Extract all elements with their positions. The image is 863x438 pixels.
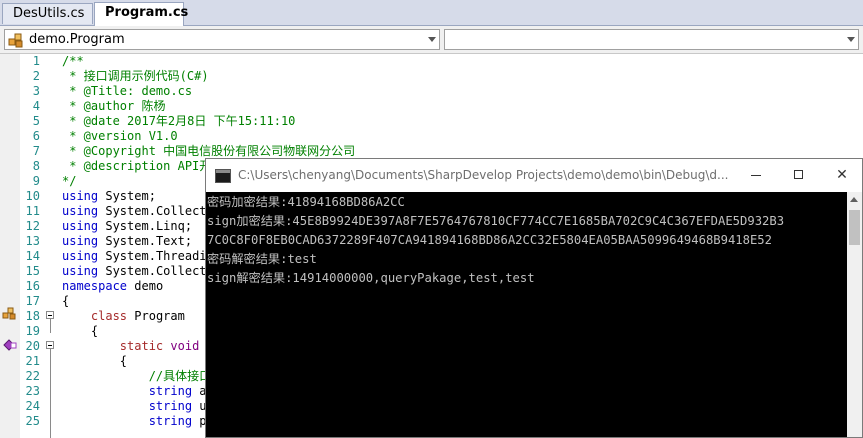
maximize-icon [794, 170, 803, 179]
fold-toggle-method[interactable] [46, 341, 54, 349]
line-number: 22 [25, 369, 40, 383]
console-line: 密码加密结果:41894168BD86A2CC [207, 195, 405, 209]
minimize-button[interactable] [746, 165, 766, 185]
console-scrollbar[interactable] [847, 192, 862, 437]
line-number: 13 [25, 234, 40, 248]
line-number: 18 [25, 309, 40, 323]
line-number: 20 [25, 339, 40, 353]
line-number: 17 [25, 294, 40, 308]
console-line: sign加密结果:45E8B9924DE397A8F7E5764767810CF… [207, 214, 785, 228]
line-number: 6 [32, 129, 40, 143]
line-number: 4 [32, 99, 40, 113]
code-line: * @Title: demo.cs [62, 84, 193, 98]
line-number: 8 [32, 159, 40, 173]
line-numbers: 1 2 3 4 5 6 7 8 9 10 11 12 13 14 15 16 1… [20, 54, 40, 429]
member-dropdown[interactable] [444, 29, 859, 50]
icon-margin [0, 54, 20, 438]
console-output: 密码加密结果:41894168BD86A2CC sign加密结果:45E8B99… [207, 193, 784, 288]
line-number: 3 [32, 84, 40, 98]
line-number: 2 [32, 69, 40, 83]
code-line: * @date 2017年2月8日 下午15:11:10 [62, 114, 296, 128]
editor-tab-strip: DesUtils.cs Program.cs [0, 0, 863, 26]
method-gutter-icon [3, 339, 17, 351]
chevron-down-icon [847, 37, 855, 42]
minimize-icon [751, 175, 761, 176]
line-number: 14 [25, 249, 40, 263]
class-icon [8, 33, 23, 48]
console-icon [215, 169, 231, 183]
scroll-up-icon[interactable] [850, 197, 858, 202]
tab-desutils[interactable]: DesUtils.cs [2, 3, 93, 24]
console-title-bar[interactable]: C:\Users\chenyang\Documents\SharpDevelop… [206, 159, 862, 192]
line-number: 7 [32, 144, 40, 158]
code-line: * 接口调用示例代码(C#) [62, 69, 209, 83]
code-line: * @Copyright 中国电信股份有限公司物联网分公司 [62, 144, 356, 158]
scroll-thumb[interactable] [849, 210, 860, 245]
console-line: sign解密结果:14914000000,queryPakage,test,te… [207, 271, 535, 285]
tab-program[interactable]: Program.cs [94, 2, 188, 26]
fold-toggle-class[interactable] [46, 311, 54, 319]
console-line: 密码解密结果:test [207, 252, 317, 266]
line-number: 19 [25, 324, 40, 338]
fold-line [50, 349, 51, 438]
console-title: C:\Users\chenyang\Documents\SharpDevelop… [238, 168, 729, 182]
line-number: 16 [25, 279, 40, 293]
code-line: * @author 陈杨 [62, 99, 166, 113]
line-number: 24 [25, 399, 40, 413]
line-number: 5 [32, 114, 40, 128]
chevron-down-icon [428, 37, 436, 42]
line-number: 25 [25, 414, 40, 428]
class-dropdown[interactable]: demo.Program [4, 29, 440, 50]
line-number: 21 [25, 354, 40, 368]
line-number: 11 [25, 204, 40, 218]
class-dropdown-value: demo.Program [29, 32, 125, 47]
code-line: /** [62, 54, 84, 68]
navigation-bar: demo.Program [0, 26, 863, 54]
line-number: 1 [32, 54, 40, 68]
console-line: 7C0C8F0F8EB0CAD6372289F407CA941894168BD8… [207, 233, 772, 247]
line-number: 23 [25, 384, 40, 398]
console-window[interactable]: C:\Users\chenyang\Documents\SharpDevelop… [205, 158, 863, 438]
console-output-area[interactable]: 密码加密结果:41894168BD86A2CC sign加密结果:45E8B99… [206, 192, 847, 437]
line-number: 12 [25, 219, 40, 233]
line-number: 15 [25, 264, 40, 278]
code-line: * @version V1.0 [62, 129, 178, 143]
line-number: 10 [25, 189, 40, 203]
close-icon: ✕ [836, 167, 848, 183]
fold-line [50, 319, 51, 333]
class-gutter-icon [2, 307, 16, 320]
line-number: 9 [32, 174, 40, 188]
close-button[interactable]: ✕ [832, 165, 852, 185]
maximize-button[interactable] [789, 165, 809, 185]
